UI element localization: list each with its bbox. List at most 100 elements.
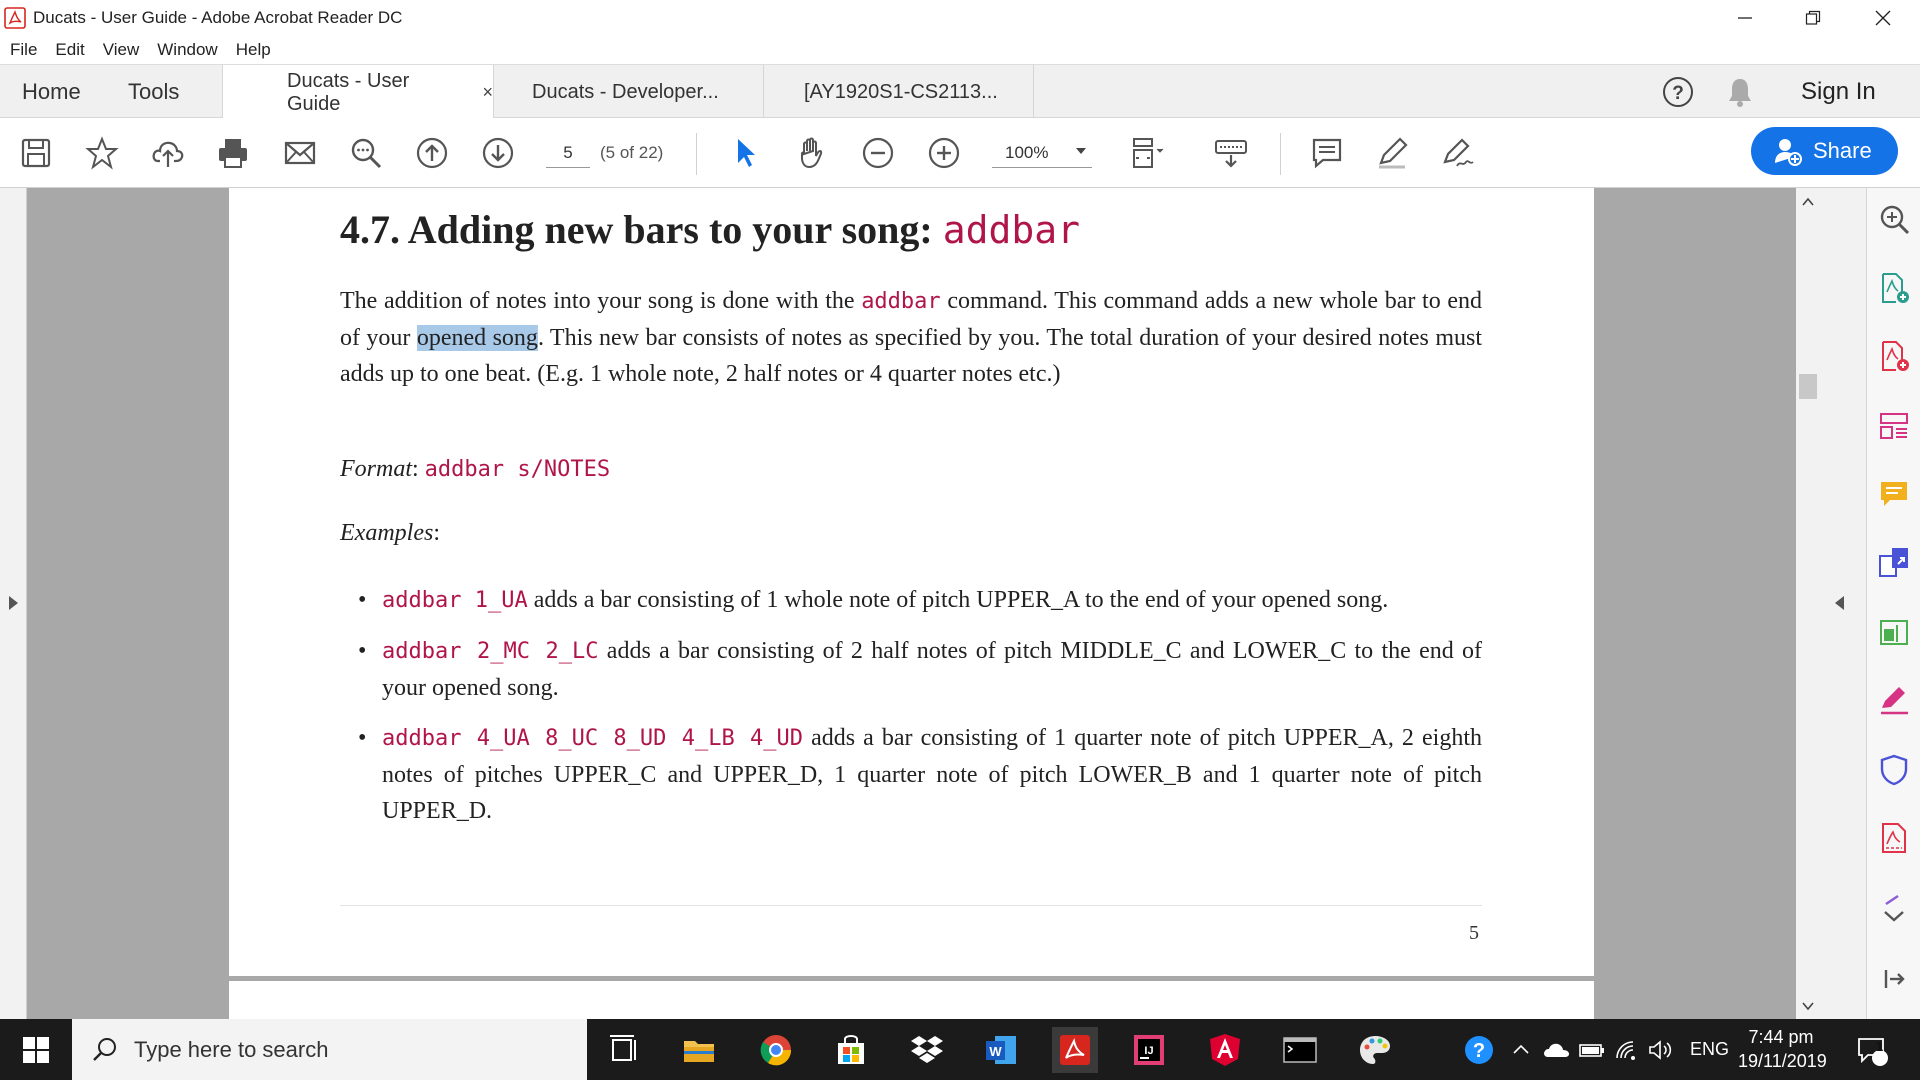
chrome-icon	[760, 1035, 792, 1066]
keyboard-tool-button[interactable]	[1213, 135, 1249, 171]
find-button[interactable]	[348, 135, 384, 171]
sign-in-link[interactable]: Sign In	[1801, 65, 1876, 118]
scrollbar-thumb[interactable]	[1799, 374, 1817, 399]
menu-bar: File Edit View Window Help	[0, 35, 1920, 64]
organize-pages-tool[interactable]	[1878, 410, 1910, 442]
restore-button[interactable]	[1782, 0, 1844, 35]
format-separator: :	[412, 456, 425, 482]
page-display-button[interactable]	[1130, 135, 1166, 171]
save-button[interactable]	[18, 135, 54, 171]
tab-label: Ducats - User Guide	[287, 69, 410, 115]
chevron-left-icon	[1835, 596, 1844, 610]
input-language-indicator[interactable]: ENG	[1690, 1019, 1729, 1080]
upload-button[interactable]	[150, 135, 186, 171]
menu-window[interactable]: Window	[157, 40, 217, 60]
highlight-button[interactable]	[1374, 135, 1410, 171]
list-item: addbar 4_UA 8_UC 8_UD 4_LB 4_UD adds a b…	[340, 720, 1482, 829]
tab-document-user-guide[interactable]: Ducats - User Guide ×	[222, 65, 494, 120]
hand-tool-button[interactable]	[794, 135, 830, 171]
action-center-button[interactable]: 1	[1855, 1019, 1889, 1080]
close-window-button[interactable]	[1852, 0, 1914, 35]
menu-file[interactable]: File	[10, 40, 37, 60]
task-view-button[interactable]	[601, 1027, 647, 1073]
close-tab-icon[interactable]: ×	[482, 82, 493, 103]
vertical-scrollbar[interactable]	[1796, 188, 1820, 1019]
toolbar-divider	[1280, 133, 1281, 175]
comment-button[interactable]	[1309, 135, 1345, 171]
bell-icon	[1729, 78, 1751, 107]
help-button[interactable]: ?	[1661, 65, 1695, 118]
menu-view[interactable]: View	[103, 40, 140, 60]
title-bar: Ducats - User Guide - Adobe Acrobat Read…	[0, 0, 1920, 35]
microsoft-store-app[interactable]	[828, 1027, 874, 1073]
menu-edit[interactable]: Edit	[55, 40, 84, 60]
svg-text:IJ: IJ	[1144, 1045, 1153, 1057]
protect-tool[interactable]	[1878, 754, 1910, 786]
minimize-button[interactable]	[1714, 0, 1776, 35]
battery-tray-icon[interactable]	[1578, 1019, 1606, 1080]
onedrive-tray-icon[interactable]	[1542, 1019, 1570, 1080]
dropbox-app[interactable]	[904, 1027, 950, 1073]
wifi-tray-icon[interactable]	[1614, 1019, 1640, 1080]
start-button[interactable]	[0, 1019, 72, 1080]
zoom-search-tool[interactable]	[1878, 204, 1910, 236]
more-tools-tool[interactable]	[1878, 894, 1910, 926]
angular-app[interactable]	[1202, 1027, 1248, 1073]
comment-tool[interactable]	[1878, 478, 1910, 510]
chrome-app[interactable]	[753, 1027, 799, 1073]
tab-document-ay1920s1[interactable]: [AY1920S1-CS2113...	[764, 65, 1034, 119]
system-clock[interactable]: 7:44 pm 19/11/2019	[1738, 1025, 1827, 1073]
page-footer-number: 5	[1469, 922, 1479, 944]
help-tray-icon[interactable]: ?	[1462, 1019, 1496, 1080]
document-viewport[interactable]: 4.7. Adding new bars to your song: addba…	[0, 188, 1800, 1019]
zoom-in-button[interactable]	[926, 135, 962, 171]
store-bag-icon	[838, 1035, 864, 1064]
tab-label: [AY1920S1-CS2113...	[804, 80, 998, 103]
combine-files-tool[interactable]	[1878, 546, 1910, 578]
page-number-input[interactable]: 5	[546, 138, 590, 168]
notifications-button[interactable]	[1725, 65, 1755, 118]
create-pdf-tool[interactable]	[1878, 340, 1910, 372]
left-panel-toggle[interactable]	[0, 188, 27, 1019]
acrobat-reader-app[interactable]	[1052, 1027, 1098, 1073]
share-button[interactable]: Share	[1751, 127, 1898, 175]
bookmark-star-button[interactable]	[84, 135, 120, 171]
select-tool-button[interactable]	[728, 135, 764, 171]
zoom-out-button[interactable]	[860, 135, 896, 171]
terminal-icon	[1283, 1037, 1317, 1063]
collapse-pane-button[interactable]	[1878, 963, 1910, 995]
next-page-button[interactable]	[480, 135, 516, 171]
example-code: addbar 2_MC 2_LC	[382, 639, 599, 664]
tab-tools[interactable]: Tools	[128, 65, 179, 118]
tab-home[interactable]: Home	[22, 65, 81, 118]
paint-app[interactable]	[1352, 1027, 1398, 1073]
format-label: Format	[340, 456, 412, 482]
edit-pdf-tool[interactable]	[1878, 616, 1910, 648]
right-panel-toggle[interactable]	[1820, 188, 1866, 1019]
tab-document-developer-guide[interactable]: Ducats - Developer...	[494, 65, 764, 119]
fill-sign-tool[interactable]	[1878, 684, 1910, 716]
plus-circle-icon	[928, 137, 960, 169]
previous-page-button[interactable]	[414, 135, 450, 171]
email-button[interactable]	[282, 135, 318, 171]
chevron-down-icon[interactable]	[1076, 148, 1086, 154]
add-user-icon	[1775, 139, 1802, 166]
chevron-up-icon[interactable]	[1802, 196, 1814, 208]
arrow-up-circle-icon	[416, 137, 448, 169]
print-button[interactable]	[215, 135, 251, 171]
export-pdf-tool[interactable]	[1878, 272, 1910, 304]
selected-text[interactable]: opened song	[416, 325, 538, 351]
file-explorer-app[interactable]	[676, 1027, 722, 1073]
word-app[interactable]: W	[978, 1027, 1024, 1073]
taskbar-search-box[interactable]: Type here to search	[72, 1019, 587, 1080]
menu-help[interactable]: Help	[236, 40, 271, 60]
send-for-review-tool[interactable]	[1878, 822, 1910, 854]
volume-tray-icon[interactable]	[1648, 1019, 1674, 1080]
terminal-app[interactable]	[1277, 1027, 1323, 1073]
show-hidden-icons-button[interactable]	[1512, 1019, 1530, 1080]
intellij-app[interactable]: IJ	[1126, 1027, 1172, 1073]
list-item: addbar 2_MC 2_LC adds a bar consisting o…	[340, 633, 1482, 706]
sign-button[interactable]	[1440, 135, 1476, 171]
create-pdf-icon	[1882, 341, 1909, 371]
chevron-down-icon[interactable]	[1802, 1000, 1814, 1012]
